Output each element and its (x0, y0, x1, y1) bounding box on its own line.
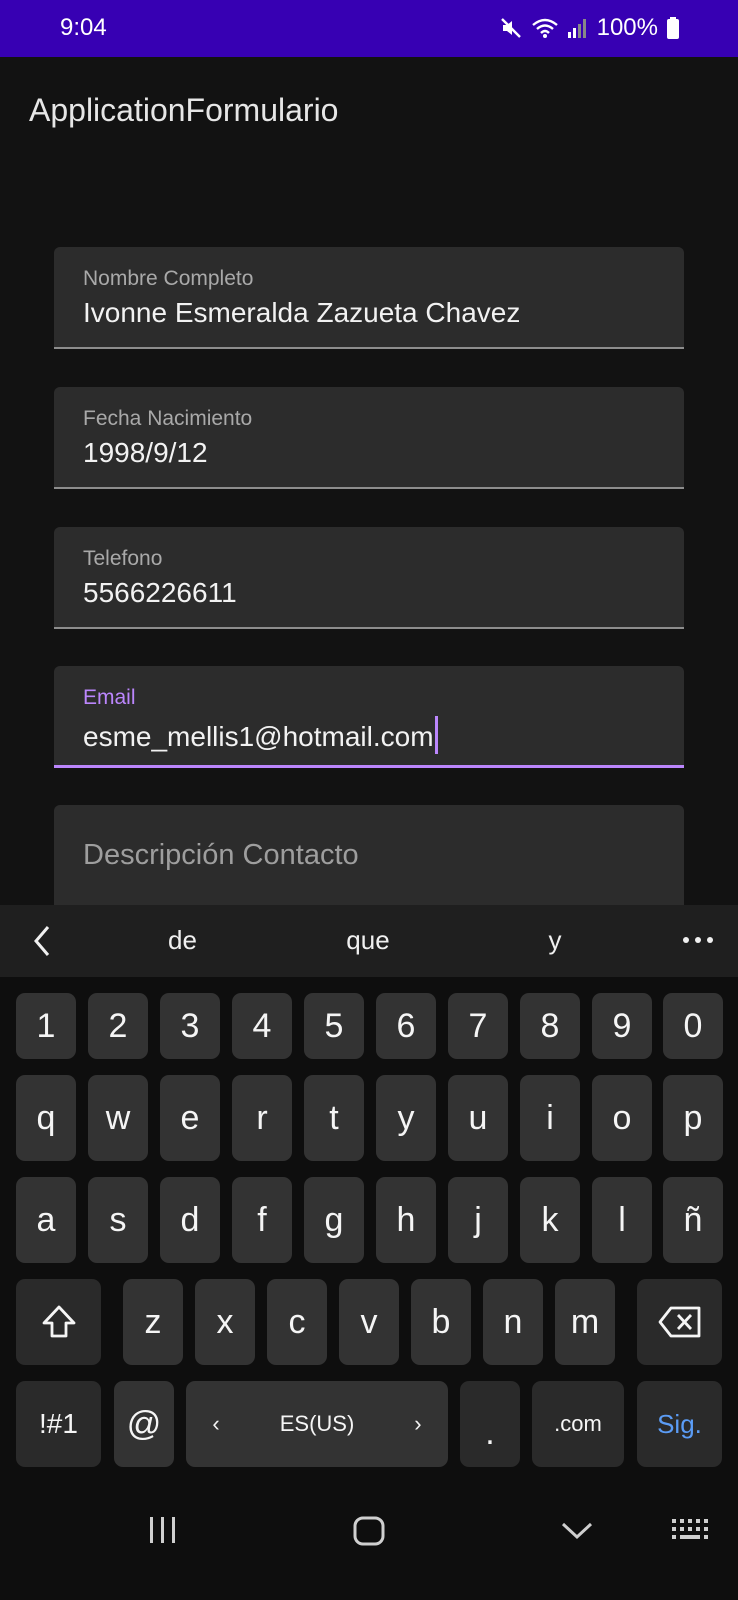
language-label: ES(US) (279, 1411, 355, 1436)
app-bar: ApplicationFormulario (0, 57, 738, 167)
key-2[interactable]: 2 (88, 993, 148, 1059)
key-f[interactable]: f (232, 1177, 292, 1263)
key-o[interactable]: o (592, 1075, 652, 1161)
keys-area: 1 2 3 4 5 6 7 8 9 0 q w e r t y u i o p … (0, 977, 738, 1475)
recents-icon[interactable] (146, 1515, 180, 1545)
key-b[interactable]: b (411, 1279, 471, 1365)
fecha-nacimiento-label: Fecha Nacimiento (83, 407, 253, 430)
telefono-label: Telefono (83, 547, 163, 570)
key-6[interactable]: 6 (376, 993, 436, 1059)
key-z[interactable]: z (123, 1279, 183, 1365)
at-key[interactable]: @ (114, 1381, 174, 1467)
key-4[interactable]: 4 (232, 993, 292, 1059)
key-5[interactable]: 5 (304, 993, 364, 1059)
backspace-icon (658, 1306, 700, 1338)
key-p[interactable]: p (663, 1075, 723, 1161)
next-action-key[interactable]: Sig. (637, 1381, 722, 1467)
back-icon[interactable] (560, 1515, 594, 1545)
key-a[interactable]: a (16, 1177, 76, 1263)
chevron-right-icon: › (414, 1411, 422, 1436)
key-j[interactable]: j (448, 1177, 508, 1263)
key-x[interactable]: x (195, 1279, 255, 1365)
backspace-key[interactable] (637, 1279, 722, 1365)
key-r[interactable]: r (232, 1075, 292, 1161)
symbols-key[interactable]: !#1 (16, 1381, 101, 1467)
key-h[interactable]: h (376, 1177, 436, 1263)
fecha-nacimiento-value: 1998/9/12 (83, 437, 208, 468)
key-u[interactable]: u (448, 1075, 508, 1161)
key-q[interactable]: q (16, 1075, 76, 1161)
suggestion-1[interactable]: de (140, 925, 225, 956)
key-l[interactable]: l (592, 1177, 652, 1263)
keyboard-icon[interactable] (670, 1515, 710, 1545)
soft-keyboard: de que y 1 2 3 4 5 6 7 8 9 0 q w e r t y… (0, 905, 738, 1475)
key-s[interactable]: s (88, 1177, 148, 1263)
key-8[interactable]: 8 (520, 993, 580, 1059)
status-icons: 100% (499, 12, 680, 44)
shift-key[interactable] (16, 1279, 101, 1365)
key-v[interactable]: v (339, 1279, 399, 1365)
battery-percentage: 100% (596, 14, 658, 41)
chevron-left-icon[interactable] (28, 921, 58, 961)
app-title: ApplicationFormulario (29, 92, 339, 128)
email-field[interactable]: Email esme_mellis1@hotmail.com (54, 666, 684, 768)
key-9[interactable]: 9 (592, 993, 652, 1059)
key-k[interactable]: k (520, 1177, 580, 1263)
key-m[interactable]: m (555, 1279, 615, 1365)
status-bar: 9:04 100% (0, 0, 738, 57)
nombre-completo-field[interactable]: Nombre Completo Ivonne Esmeralda Zazueta… (54, 247, 684, 349)
shift-icon (42, 1305, 75, 1338)
nombre-completo-label: Nombre Completo (83, 267, 254, 290)
chevron-left-icon: ‹ (212, 1411, 220, 1436)
telefono-value: 5566226611 (83, 577, 237, 608)
key-i[interactable]: i (520, 1075, 580, 1161)
email-value-wrapper: esme_mellis1@hotmail.com (83, 716, 438, 754)
telefono-field[interactable]: Telefono 5566226611 (54, 527, 684, 629)
signal-icon (567, 19, 586, 38)
dotcom-key[interactable]: .com (532, 1381, 624, 1467)
key-t[interactable]: t (304, 1075, 364, 1161)
suggestion-3[interactable]: y (525, 925, 585, 956)
mute-icon (500, 18, 521, 38)
key-e[interactable]: e (160, 1075, 220, 1161)
space-key[interactable]: ‹ ES(US) › (186, 1381, 448, 1467)
key-7[interactable]: 7 (448, 993, 508, 1059)
more-options-icon[interactable] (678, 925, 718, 955)
email-label: Email (83, 686, 136, 709)
descripcion-contacto-placeholder: Descripción Contacto (83, 839, 359, 871)
battery-icon (667, 17, 679, 39)
nombre-completo-value: Ivonne Esmeralda Zazueta Chavez (83, 297, 521, 328)
key-n[interactable]: n (483, 1279, 543, 1365)
navigation-bar (0, 1475, 738, 1600)
period-key[interactable]: . (460, 1381, 520, 1467)
key-c[interactable]: c (267, 1279, 327, 1365)
text-cursor (434, 716, 438, 754)
key-enye[interactable]: ñ (663, 1177, 723, 1263)
fecha-nacimiento-field[interactable]: Fecha Nacimiento 1998/9/12 (54, 387, 684, 489)
status-time: 9:04 (60, 14, 107, 41)
key-0[interactable]: 0 (663, 993, 723, 1059)
key-y[interactable]: y (376, 1075, 436, 1161)
key-3[interactable]: 3 (160, 993, 220, 1059)
key-w[interactable]: w (88, 1075, 148, 1161)
suggestion-2[interactable]: que (318, 925, 418, 956)
wifi-icon (531, 18, 558, 38)
descripcion-contacto-field[interactable]: Descripción Contacto (54, 805, 684, 915)
email-value: esme_mellis1@hotmail.com (83, 721, 434, 752)
suggestion-bar: de que y (0, 905, 738, 977)
key-d[interactable]: d (160, 1177, 220, 1263)
home-icon[interactable] (352, 1515, 386, 1547)
key-1[interactable]: 1 (16, 993, 76, 1059)
key-g[interactable]: g (304, 1177, 364, 1263)
